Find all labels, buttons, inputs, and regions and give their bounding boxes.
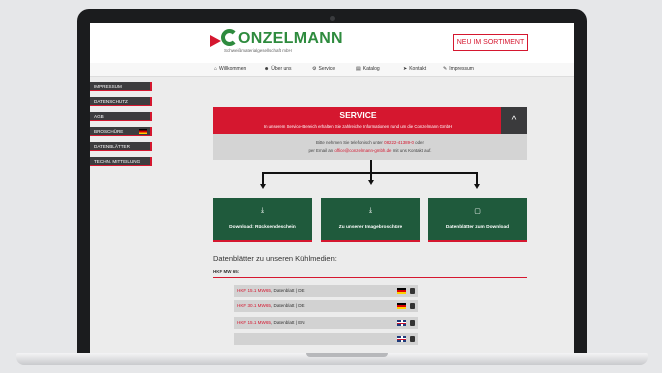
arrow-down-icon bbox=[260, 184, 266, 189]
gear-icon: ⚙ bbox=[312, 66, 317, 72]
new-products-button[interactable]: NEU IM SORTIMENT bbox=[453, 34, 528, 51]
datasheet-model: HKF 15.1 MW65 bbox=[237, 288, 271, 293]
contact-text: mit uns Kontakt auf. bbox=[392, 148, 432, 153]
nav-label: Über uns bbox=[271, 66, 292, 72]
datasheet-row[interactable]: HKF 15.1 MW65, Datenblatt | DE bbox=[234, 285, 418, 297]
browser-viewport: ONZELMANN Schweißmaterialgesellschaft mb… bbox=[90, 23, 574, 353]
sidebar-item-agb[interactable]: AGB bbox=[90, 112, 152, 121]
download-return-form-button[interactable]: ⤓ Download: Rücksendeschein bbox=[213, 198, 312, 242]
contact-info: Bitte nehmen Sie telefonisch unter 08222… bbox=[213, 134, 527, 160]
site-header: ONZELMANN Schweißmaterialgesellschaft mb… bbox=[90, 23, 574, 63]
download-icon: ⤓ bbox=[368, 207, 373, 214]
datasheet-model: HKF 30.1 MW65 bbox=[237, 303, 271, 308]
nav-item-kontakt[interactable]: ➤ Kontakt bbox=[403, 66, 426, 72]
main-nav: ⌂ Willkommen ☻ Über uns ⚙ Service ▤ Katalog … bbox=[90, 63, 574, 77]
button-label: Download: Rücksendeschein bbox=[229, 225, 296, 230]
datasheet-row[interactable]: HKF 30.1 MW65, Datenblatt | DE bbox=[234, 300, 418, 312]
connector-line bbox=[370, 160, 372, 181]
button-label: Zu unserer Imagebroschüre bbox=[338, 225, 403, 230]
sidebar-item-label: BROSCHÜRE bbox=[94, 129, 124, 134]
datasheet-row[interactable] bbox=[234, 333, 418, 345]
collapse-up-icon[interactable]: ^ bbox=[501, 107, 527, 134]
nav-item-willkommen[interactable]: ⌂ Willkommen bbox=[214, 66, 246, 72]
sidebar-item-datenschutz[interactable]: DATENSCHUTZ bbox=[90, 97, 152, 106]
contact-line-phone: Bitte nehmen Sie telefonisch unter 08222… bbox=[213, 140, 527, 145]
email-link[interactable]: office@conzelmann-gmbh.de bbox=[334, 148, 391, 153]
laptop-notch bbox=[306, 353, 388, 357]
datasheet-text: , Datenblatt | DE bbox=[270, 288, 305, 293]
arrow-down-icon bbox=[368, 180, 374, 185]
datasheets-download-button[interactable]: ▢ Datenblätter zum Download bbox=[428, 198, 527, 242]
nav-label: Willkommen bbox=[219, 66, 247, 72]
datasheet-model: HKF 15.1 MW65 bbox=[237, 320, 271, 325]
datasheet-text: , Datenblatt | EN bbox=[270, 320, 305, 325]
connector-line bbox=[262, 172, 478, 174]
logo[interactable]: ONZELMANN bbox=[238, 30, 343, 48]
logo-arrow-icon bbox=[210, 35, 221, 47]
wrench-icon: ✎ bbox=[443, 66, 448, 72]
book-icon: ▤ bbox=[356, 66, 361, 72]
nav-label: Impressum bbox=[449, 66, 474, 72]
nav-item-ueber-uns[interactable]: ☻ Über uns bbox=[264, 66, 292, 72]
service-banner: SERVICE In unserem Service-Bereich erhal… bbox=[213, 107, 527, 134]
nav-item-service[interactable]: ⚙ Service bbox=[312, 66, 335, 72]
divider bbox=[213, 277, 527, 278]
document-icon bbox=[410, 336, 415, 342]
logo-tagline: Schweißmaterialgesellschaft mbH bbox=[224, 48, 292, 53]
contact-line-email: per Email an office@conzelmann-gmbh.de m… bbox=[213, 148, 527, 153]
service-subtitle: In unserem Service-Bereich erhalten Sie … bbox=[263, 124, 453, 129]
german-flag-icon bbox=[139, 129, 147, 134]
home-icon: ⌂ bbox=[214, 66, 218, 72]
contact-text: Bitte nehmen Sie telefonisch unter bbox=[316, 140, 383, 145]
people-icon: ☻ bbox=[264, 66, 270, 72]
uk-flag-icon bbox=[397, 320, 406, 326]
phone-link[interactable]: 08222-41389-0 bbox=[384, 140, 414, 145]
service-title: SERVICE bbox=[339, 110, 377, 120]
german-flag-icon bbox=[397, 288, 406, 294]
sidebar-item-broschuere[interactable]: BROSCHÜRE bbox=[90, 127, 152, 136]
sidebar-item-datenblaetter[interactable]: DATENBLÄTTER bbox=[90, 142, 152, 151]
datasheets-heading: Datenblätter zu unseren Kühlmedien: bbox=[213, 254, 337, 263]
nav-label: Kontakt bbox=[409, 66, 427, 72]
logo-c-icon bbox=[221, 29, 238, 46]
document-icon: ▢ bbox=[474, 208, 481, 215]
contact-text: oder bbox=[415, 140, 424, 145]
button-label: Datenblätter zum Download bbox=[445, 225, 510, 230]
german-flag-icon bbox=[397, 303, 406, 309]
nav-label: Katalog bbox=[362, 66, 380, 72]
laptop-base bbox=[16, 353, 648, 365]
sidebar-item-impressum[interactable]: IMPRESSUM bbox=[90, 82, 152, 91]
uk-flag-icon bbox=[397, 336, 406, 342]
nav-label: Service bbox=[318, 66, 336, 72]
datasheet-row[interactable]: HKF 15.1 MW65, Datenblatt | EN bbox=[234, 317, 418, 329]
send-icon: ➤ bbox=[403, 66, 408, 72]
datasheets-subheading: HKF MW 65: bbox=[213, 269, 240, 274]
nav-item-impressum[interactable]: ✎ Impressum bbox=[443, 66, 474, 72]
sidebar-item-techn-mitteilung[interactable]: TECHN. MITTEILUNG bbox=[90, 157, 152, 166]
contact-text: per Email an bbox=[308, 148, 334, 153]
camera-icon bbox=[330, 16, 335, 21]
download-icon: ⤓ bbox=[260, 207, 265, 214]
document-icon bbox=[410, 320, 415, 326]
arrow-down-icon bbox=[474, 184, 480, 189]
image-brochure-button[interactable]: ⤓ Zu unserer Imagebroschüre bbox=[321, 198, 420, 242]
document-icon bbox=[410, 288, 415, 294]
nav-item-katalog[interactable]: ▤ Katalog bbox=[356, 66, 380, 72]
datasheet-text: , Datenblatt | DE bbox=[270, 303, 305, 308]
document-icon bbox=[410, 303, 415, 309]
